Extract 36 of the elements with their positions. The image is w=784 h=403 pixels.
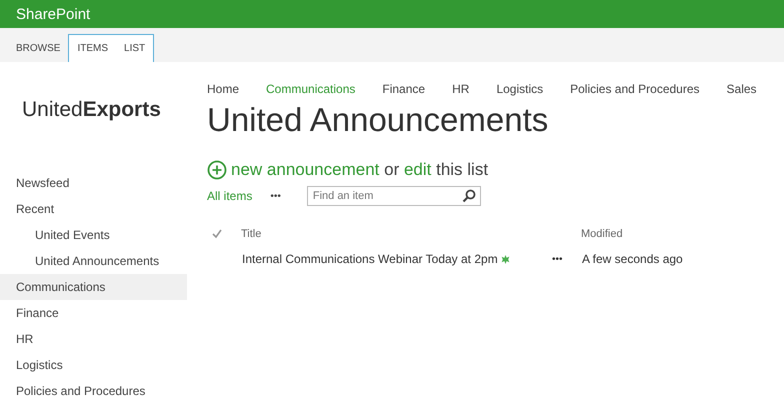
- sidebar-item[interactable]: United Events: [0, 222, 187, 248]
- ribbon-tab[interactable]: ITEMS: [68, 34, 116, 62]
- sidebar-item[interactable]: Recent: [0, 196, 187, 222]
- column-header[interactable]: Modified: [581, 228, 623, 240]
- sidebar-item[interactable]: Logistics: [0, 352, 187, 378]
- top-nav-link[interactable]: Finance: [382, 82, 426, 96]
- top-nav-link[interactable]: HR: [452, 82, 470, 96]
- top-nav-link[interactable]: Home: [207, 82, 240, 96]
- page-title: United Announcements: [207, 100, 550, 140]
- top-nav-link[interactable]: Communications: [266, 82, 356, 96]
- top-nav-link[interactable]: Sales: [726, 82, 757, 96]
- item-menu-button[interactable]: •••: [552, 254, 582, 264]
- sidebar-item[interactable]: Communications: [0, 274, 187, 300]
- search-icon[interactable]: [462, 189, 476, 203]
- top-nav-link[interactable]: Policies and Procedures: [570, 82, 700, 96]
- site-logo[interactable]: UnitedExports: [0, 62, 161, 126]
- ribbon-tab[interactable]: BROWSE: [8, 34, 68, 62]
- sidebar-item[interactable]: United Announcements: [0, 248, 187, 274]
- sidebar-item[interactable]: Newsfeed: [0, 170, 187, 196]
- more-button[interactable]: •••: [270, 190, 281, 202]
- add-icon[interactable]: [207, 160, 227, 180]
- top-nav-link[interactable]: Logistics: [496, 82, 544, 96]
- select-all-check-icon[interactable]: [212, 229, 222, 239]
- new-item-sentence: new announcement or edit this list: [231, 160, 488, 180]
- app-title[interactable]: SharePoint: [16, 6, 90, 22]
- column-header[interactable]: Title: [241, 228, 581, 240]
- modified-cell: A few seconds ago: [582, 252, 683, 266]
- search-field[interactable]: Find an item: [306, 186, 481, 206]
- sidebar-item[interactable]: Policies and Procedures: [0, 378, 187, 403]
- new-announcement-link[interactable]: new announcement: [231, 160, 380, 179]
- view-link[interactable]: All items: [207, 189, 252, 203]
- item-title-link[interactable]: Internal Communications Webinar Today at 2pm: [242, 252, 498, 266]
- edit-link[interactable]: edit: [404, 160, 432, 179]
- ribbon-tab[interactable]: LIST: [116, 34, 154, 62]
- sidebar-item[interactable]: Finance: [0, 300, 187, 326]
- sidebar-item[interactable]: HR: [0, 326, 187, 352]
